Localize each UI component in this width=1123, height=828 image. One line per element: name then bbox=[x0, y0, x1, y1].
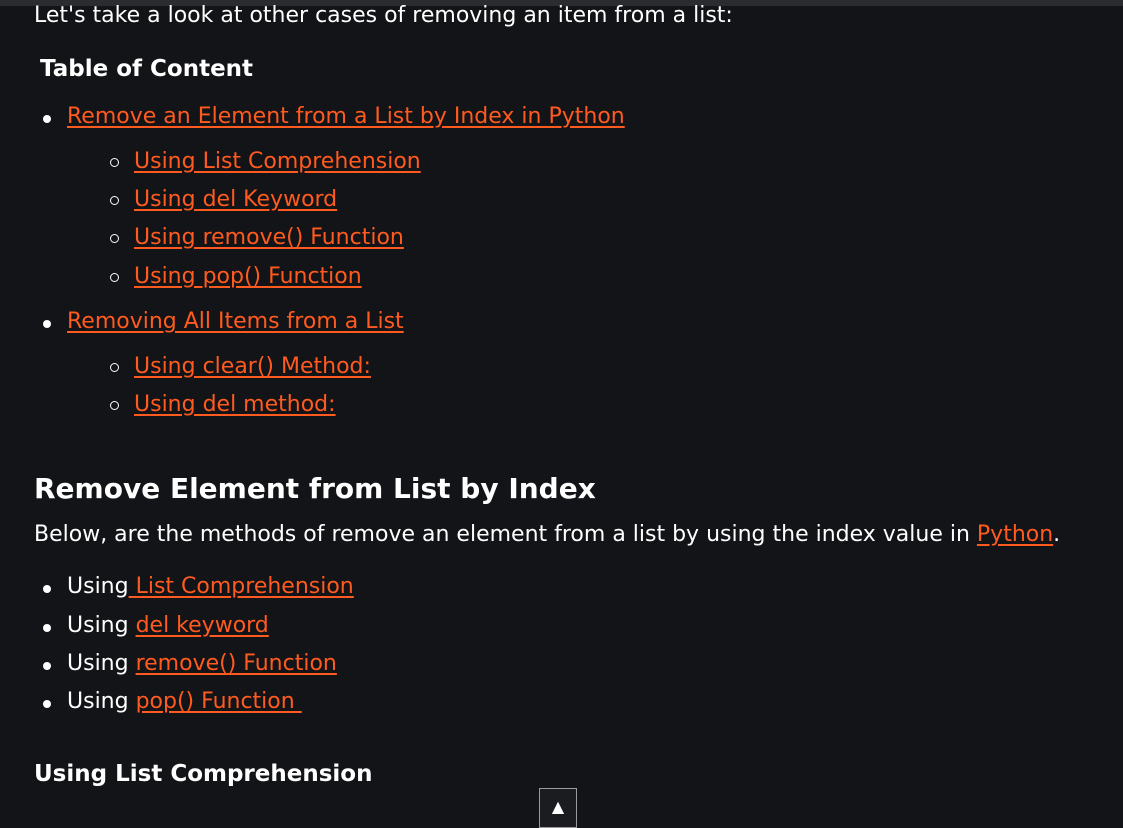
method-link-remove-function[interactable]: remove() Function bbox=[136, 651, 337, 676]
paragraph-end: . bbox=[1053, 522, 1061, 547]
toc-title: Table of Content bbox=[40, 56, 254, 82]
toc-link-clear-method[interactable]: Using clear() Method: bbox=[134, 354, 371, 379]
subheading-list-comprehension: Using List Comprehension bbox=[34, 761, 373, 787]
python-link[interactable]: Python bbox=[977, 522, 1053, 547]
article-content: Let's take a look at other cases of remo… bbox=[0, 0, 1123, 828]
method-prefix: Using bbox=[67, 574, 129, 599]
intro-text: Let's take a look at other cases of remo… bbox=[34, 3, 733, 28]
method-link-pop-function[interactable]: pop() Function bbox=[136, 689, 302, 714]
circle-bullet-icon bbox=[110, 363, 119, 372]
toc-link-remove-all-items[interactable]: Removing All Items from a List bbox=[67, 309, 404, 334]
toc-link-list-comprehension[interactable]: Using List Comprehension bbox=[134, 149, 421, 174]
toc-link-del-keyword[interactable]: Using del Keyword bbox=[134, 187, 337, 212]
circle-bullet-icon bbox=[110, 158, 119, 167]
arrow-up-icon: ▲ bbox=[551, 797, 565, 816]
method-prefix: Using bbox=[67, 613, 136, 638]
toc-link-del-method[interactable]: Using del method: bbox=[134, 392, 336, 417]
bullet-icon bbox=[43, 624, 51, 632]
bullet-icon bbox=[43, 320, 51, 328]
circle-bullet-icon bbox=[110, 234, 119, 243]
method-prefix: Using bbox=[67, 651, 136, 676]
section-heading: Remove Element from List by Index bbox=[34, 472, 596, 505]
method-item: Using remove() Function bbox=[67, 651, 337, 676]
method-prefix: Using bbox=[67, 689, 136, 714]
method-link-list-comprehension[interactable]: List Comprehension bbox=[129, 574, 354, 599]
toc-link-remove-function[interactable]: Using remove() Function bbox=[134, 225, 404, 250]
method-item: Using pop() Function bbox=[67, 689, 302, 714]
paragraph-text: Below, are the methods of remove an elem… bbox=[34, 522, 977, 547]
bullet-icon bbox=[43, 115, 51, 123]
bullet-icon bbox=[43, 585, 51, 593]
scroll-to-top-button[interactable]: ▲ bbox=[539, 788, 577, 828]
method-link-del-keyword[interactable]: del keyword bbox=[136, 613, 269, 638]
toc-link-pop-function[interactable]: Using pop() Function bbox=[134, 264, 362, 289]
method-item: Using del keyword bbox=[67, 613, 269, 638]
toc-link-remove-by-index[interactable]: Remove an Element from a List by Index i… bbox=[67, 104, 625, 129]
bullet-icon bbox=[43, 700, 51, 708]
circle-bullet-icon bbox=[110, 401, 119, 410]
circle-bullet-icon bbox=[110, 273, 119, 282]
section-paragraph: Below, are the methods of remove an elem… bbox=[34, 522, 1060, 547]
circle-bullet-icon bbox=[110, 196, 119, 205]
method-item: Using List Comprehension bbox=[67, 574, 354, 599]
bullet-icon bbox=[43, 662, 51, 670]
